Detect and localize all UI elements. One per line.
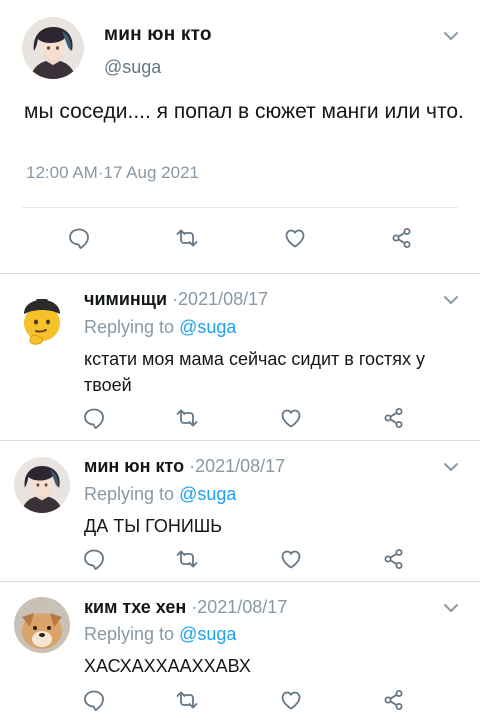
reply-button[interactable]: [81, 405, 107, 431]
replying-to-mention[interactable]: @suga: [179, 484, 236, 504]
author-name[interactable]: мин юн кто: [104, 24, 212, 46]
like-button[interactable]: [278, 405, 304, 431]
reply-button[interactable]: [66, 225, 92, 251]
reply-tweet: чиминщи ·2021/08/17 Replying to @suga кс…: [0, 274, 480, 440]
retweet-button[interactable]: [174, 687, 200, 713]
reply-actions: [0, 405, 480, 431]
share-button[interactable]: [389, 225, 415, 251]
anime-avatar-image: [22, 17, 84, 79]
reply-button[interactable]: [81, 687, 107, 713]
retweet-button[interactable]: [174, 405, 200, 431]
replying-to: Replying to @suga: [84, 317, 236, 338]
anime-avatar-image: [14, 457, 70, 513]
reply-header: мин юн кто ·2021/08/17: [84, 456, 285, 477]
like-button[interactable]: [278, 546, 304, 572]
retweet-icon: [174, 225, 200, 251]
chevron-down-icon[interactable]: [443, 294, 459, 306]
avatar[interactable]: [14, 597, 70, 653]
share-button[interactable]: [381, 687, 407, 713]
retweet-icon: [174, 687, 200, 713]
reply-date: ·2021/08/17: [191, 597, 288, 617]
reply-author-name[interactable]: мин юн кто: [84, 456, 184, 476]
replying-to-label: Replying to: [84, 317, 180, 337]
replying-to-mention[interactable]: @suga: [179, 624, 236, 644]
reply-tweet: ким тхе хен ·2021/08/17 Replying to @sug…: [0, 582, 480, 720]
share-icon: [389, 225, 415, 251]
retweet-icon: [174, 405, 200, 431]
dog-avatar-image: [14, 597, 70, 653]
tweet-timestamp: 12:00 AM·17 Aug 2021: [26, 163, 199, 182]
chevron-down-icon[interactable]: [443, 461, 459, 473]
reply-bubble-icon: [81, 405, 107, 431]
reply-date: ·2021/08/17: [189, 456, 286, 476]
avatar[interactable]: [22, 17, 84, 79]
reply-tweet: мин юн кто ·2021/08/17 Replying to @suga…: [0, 441, 480, 581]
reply-author-name[interactable]: ким тхе хен: [84, 597, 186, 617]
share-icon: [381, 546, 407, 572]
heart-icon: [278, 405, 304, 431]
reply-bubble-icon: [81, 687, 107, 713]
share-icon: [381, 687, 407, 713]
like-button[interactable]: [278, 687, 304, 713]
reply-text: ХАСХАХХААХХАВХ: [84, 656, 251, 676]
author-handle[interactable]: @suga: [104, 57, 161, 78]
reply-author-name[interactable]: чиминщи: [84, 289, 167, 309]
reply-actions: [0, 546, 480, 572]
replying-to: Replying to @suga: [84, 484, 236, 505]
like-button[interactable]: [282, 225, 308, 251]
tweet-actions: [0, 225, 480, 251]
retweet-button[interactable]: [174, 225, 200, 251]
reply-header: ким тхе хен ·2021/08/17: [84, 597, 287, 618]
reply-text: кстати моя мама сейчас сидит в гостях у …: [84, 349, 425, 395]
heart-icon: [278, 687, 304, 713]
reply-bubble-icon: [66, 225, 92, 251]
share-icon: [381, 405, 407, 431]
main-tweet: мин юн кто @suga мы соседи.... я попал в…: [0, 0, 480, 273]
reply-header: чиминщи ·2021/08/17: [84, 289, 268, 310]
tweet-text: мы соседи.... я попал в сюжет манги или …: [24, 100, 464, 123]
share-button[interactable]: [381, 405, 407, 431]
reply-actions: [0, 687, 480, 713]
emoji-avatar-image: [14, 290, 70, 346]
share-button[interactable]: [381, 546, 407, 572]
heart-icon: [282, 225, 308, 251]
avatar[interactable]: [14, 457, 70, 513]
avatar[interactable]: [14, 290, 70, 346]
retweet-icon: [174, 546, 200, 572]
reply-date: ·2021/08/17: [172, 289, 269, 309]
chevron-down-icon[interactable]: [443, 30, 459, 42]
retweet-button[interactable]: [174, 546, 200, 572]
replying-to-label: Replying to: [84, 484, 180, 504]
divider: [22, 207, 458, 208]
replying-to: Replying to @suga: [84, 624, 236, 645]
chevron-down-icon[interactable]: [443, 602, 459, 614]
replying-to-mention[interactable]: @suga: [179, 317, 236, 337]
reply-button[interactable]: [81, 546, 107, 572]
replying-to-label: Replying to: [84, 624, 180, 644]
reply-text: ДА ТЫ ГОНИШЬ: [84, 516, 223, 536]
heart-icon: [278, 546, 304, 572]
reply-bubble-icon: [81, 546, 107, 572]
